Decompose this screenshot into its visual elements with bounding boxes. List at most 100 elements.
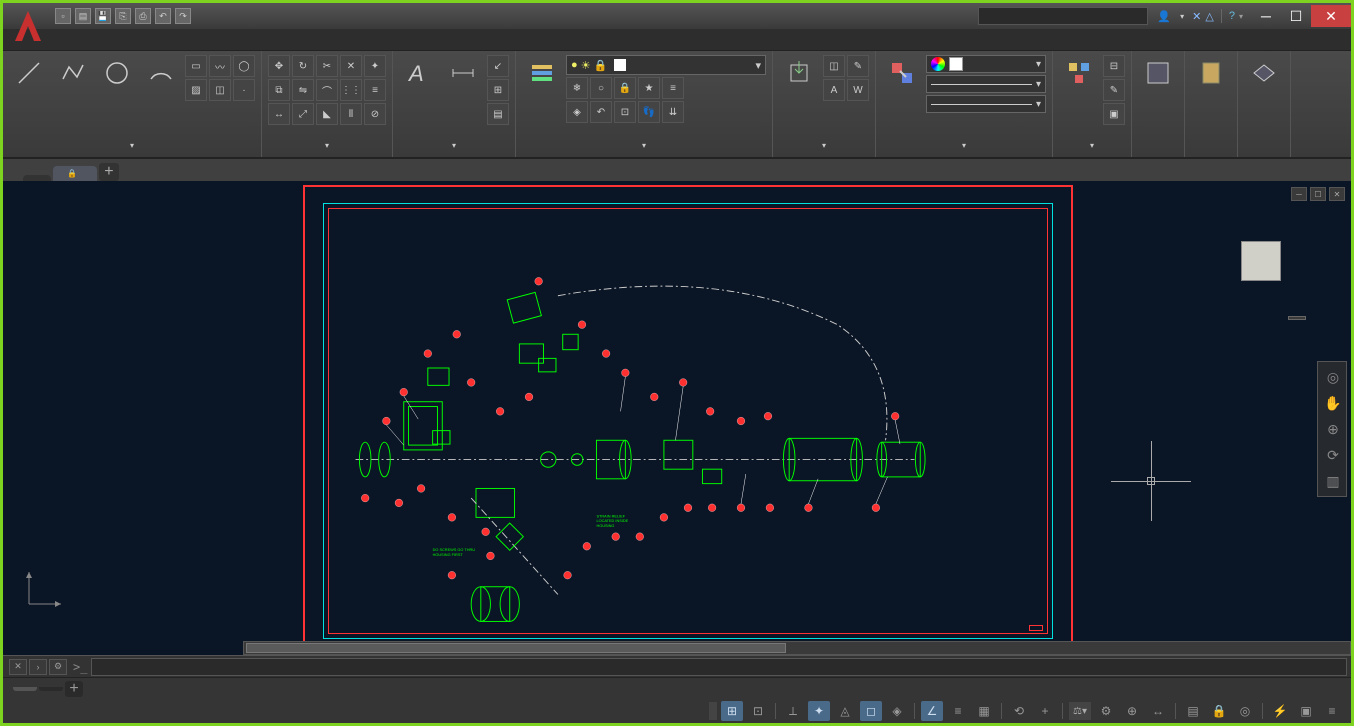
ellipse-icon[interactable]: ◯ (233, 55, 255, 77)
text-button[interactable]: A (399, 55, 439, 93)
break-icon[interactable]: ⊘ (364, 103, 386, 125)
layer-iso-icon[interactable]: ◈ (566, 101, 588, 123)
units-icon[interactable]: ↔ (1147, 701, 1169, 721)
layer-make-icon[interactable]: ★ (638, 77, 660, 99)
horizontal-scrollbar[interactable] (243, 641, 1351, 655)
snap-icon[interactable]: ⊡ (747, 701, 769, 721)
layout1-tab[interactable] (39, 687, 63, 691)
circle-button[interactable] (97, 55, 137, 93)
orbit-icon[interactable]: ⟳ (1322, 444, 1344, 466)
viewcube-face[interactable] (1241, 241, 1281, 281)
table-icon[interactable]: ⊞ (487, 79, 509, 101)
view-base-button[interactable] (1244, 55, 1284, 93)
leader-icon[interactable]: ↙ (487, 55, 509, 77)
app-logo[interactable] (8, 6, 48, 46)
help-icon[interactable]: ? (1229, 10, 1235, 22)
layer-state-icon[interactable]: ⊡ (614, 101, 636, 123)
dimension-button[interactable] (443, 55, 483, 93)
create-block-icon[interactable]: ◫ (823, 55, 845, 77)
region-icon[interactable]: ◫ (209, 79, 231, 101)
measure-button[interactable] (1138, 55, 1178, 93)
command-input[interactable] (98, 662, 1340, 675)
customize-icon[interactable]: ≡ (1321, 701, 1343, 721)
layout-add-button[interactable]: + (65, 681, 83, 697)
match-properties-button[interactable] (882, 55, 922, 93)
rect-icon[interactable]: ▭ (185, 55, 207, 77)
status-scale[interactable]: ⚖ ▾ (1069, 702, 1091, 720)
help-search-input[interactable] (978, 7, 1148, 25)
layer-walk-icon[interactable]: 👣 (638, 101, 660, 123)
lockui-icon[interactable]: 🔒 (1208, 701, 1230, 721)
maximize-button[interactable]: ☐ (1281, 5, 1311, 27)
edit-block-icon[interactable]: ✎ (847, 55, 869, 77)
cycling-icon[interactable]: ⟲ (1008, 701, 1030, 721)
line-button[interactable] (9, 55, 49, 93)
lineweight-icon[interactable]: ≡ (947, 701, 969, 721)
pan-icon[interactable]: ✋ (1322, 392, 1344, 414)
quickprop-icon[interactable]: ▤ (1182, 701, 1204, 721)
arc-button[interactable] (141, 55, 181, 93)
trim-icon[interactable]: ✂ (316, 55, 338, 77)
zoom-extents-icon[interactable]: ⊕ (1322, 418, 1344, 440)
otrack-icon[interactable]: ∠ (921, 701, 943, 721)
viewport-max-icon[interactable]: ☐ (1310, 187, 1326, 201)
osnap-icon[interactable]: ◻ (860, 701, 882, 721)
layer-properties-button[interactable] (522, 55, 562, 123)
layer-freeze-icon[interactable]: ❄ (566, 77, 588, 99)
minimize-button[interactable]: ─ (1251, 5, 1281, 27)
qat-save-icon[interactable]: 💾 (95, 8, 111, 24)
mtext-icon[interactable]: ▤ (487, 103, 509, 125)
exchange-icon[interactable]: ✕ (1192, 10, 1201, 23)
file-tab-add-button[interactable]: + (99, 163, 119, 181)
wcs-label[interactable] (1288, 316, 1306, 320)
layer-lock-icon[interactable]: 🔒 (614, 77, 636, 99)
panel-layers-title[interactable] (522, 137, 766, 153)
move-icon[interactable]: ✥ (268, 55, 290, 77)
file-tab-active[interactable]: 🔒 (53, 166, 97, 181)
cleanscreen-icon[interactable]: ▣ (1295, 701, 1317, 721)
edit-attr-icon[interactable]: A (823, 79, 845, 101)
qat-saveas-icon[interactable]: ⎘ (115, 8, 131, 24)
cmd-close-icon[interactable]: ✕ (9, 659, 27, 675)
spline-icon[interactable]: 〰 (209, 55, 231, 77)
viewcube[interactable] (1211, 211, 1311, 311)
panel-draw-title[interactable] (9, 137, 255, 153)
polar-icon[interactable]: ✦ (808, 701, 830, 721)
qat-undo-icon[interactable]: ↶ (155, 8, 171, 24)
insert-button[interactable] (779, 55, 819, 93)
viewport-close-icon[interactable]: ✕ (1329, 187, 1345, 201)
color-dropdown[interactable]: ▾ (926, 55, 1046, 73)
point-icon[interactable]: · (233, 79, 255, 101)
drawing-area[interactable]: ─ ☐ ✕ ◎ ✋ ⊕ ⟳ ▥ (3, 181, 1351, 655)
layer-dropdown[interactable]: ● ☀ 🔒 ▾ (566, 55, 766, 75)
rotate-icon[interactable]: ↻ (292, 55, 314, 77)
ortho-icon[interactable]: ⟂ (782, 701, 804, 721)
panel-block-title[interactable] (779, 137, 869, 153)
model-tab[interactable] (13, 687, 37, 691)
lineweight-dropdown[interactable]: ▾ (926, 75, 1046, 93)
annomon-icon[interactable]: + (1034, 701, 1056, 721)
group-edit-icon[interactable]: ✎ (1103, 79, 1125, 101)
mirror-icon[interactable]: ⇋ (292, 79, 314, 101)
transparency-icon[interactable]: ▦ (973, 701, 995, 721)
align-icon[interactable]: ⫴ (340, 103, 362, 125)
status-model[interactable] (709, 702, 717, 720)
viewport-min-icon[interactable]: ─ (1291, 187, 1307, 201)
copy-icon[interactable]: ⧉ (268, 79, 290, 101)
explode-icon[interactable]: ✦ (364, 55, 386, 77)
qat-open-icon[interactable]: ▤ (75, 8, 91, 24)
cmd-recent-icon[interactable]: › (29, 659, 47, 675)
annoscale-icon[interactable]: ⊕ (1121, 701, 1143, 721)
isolate-icon[interactable]: ◎ (1234, 701, 1256, 721)
3dosnap-icon[interactable]: ◈ (886, 701, 908, 721)
cmd-options-icon[interactable]: ⚙ (49, 659, 67, 675)
scale-icon[interactable]: ⤢ (292, 103, 314, 125)
hatch-icon[interactable]: ▨ (185, 79, 207, 101)
workspace-icon[interactable]: ⚙ (1095, 701, 1117, 721)
qat-redo-icon[interactable]: ↷ (175, 8, 191, 24)
array-icon[interactable]: ⋮⋮ (340, 79, 362, 101)
layer-prev-icon[interactable]: ↶ (590, 101, 612, 123)
hwaccel-icon[interactable]: ⚡ (1269, 701, 1291, 721)
panel-groups-title[interactable] (1059, 137, 1125, 153)
user-account[interactable]: 👤 ▾ (1156, 8, 1184, 24)
